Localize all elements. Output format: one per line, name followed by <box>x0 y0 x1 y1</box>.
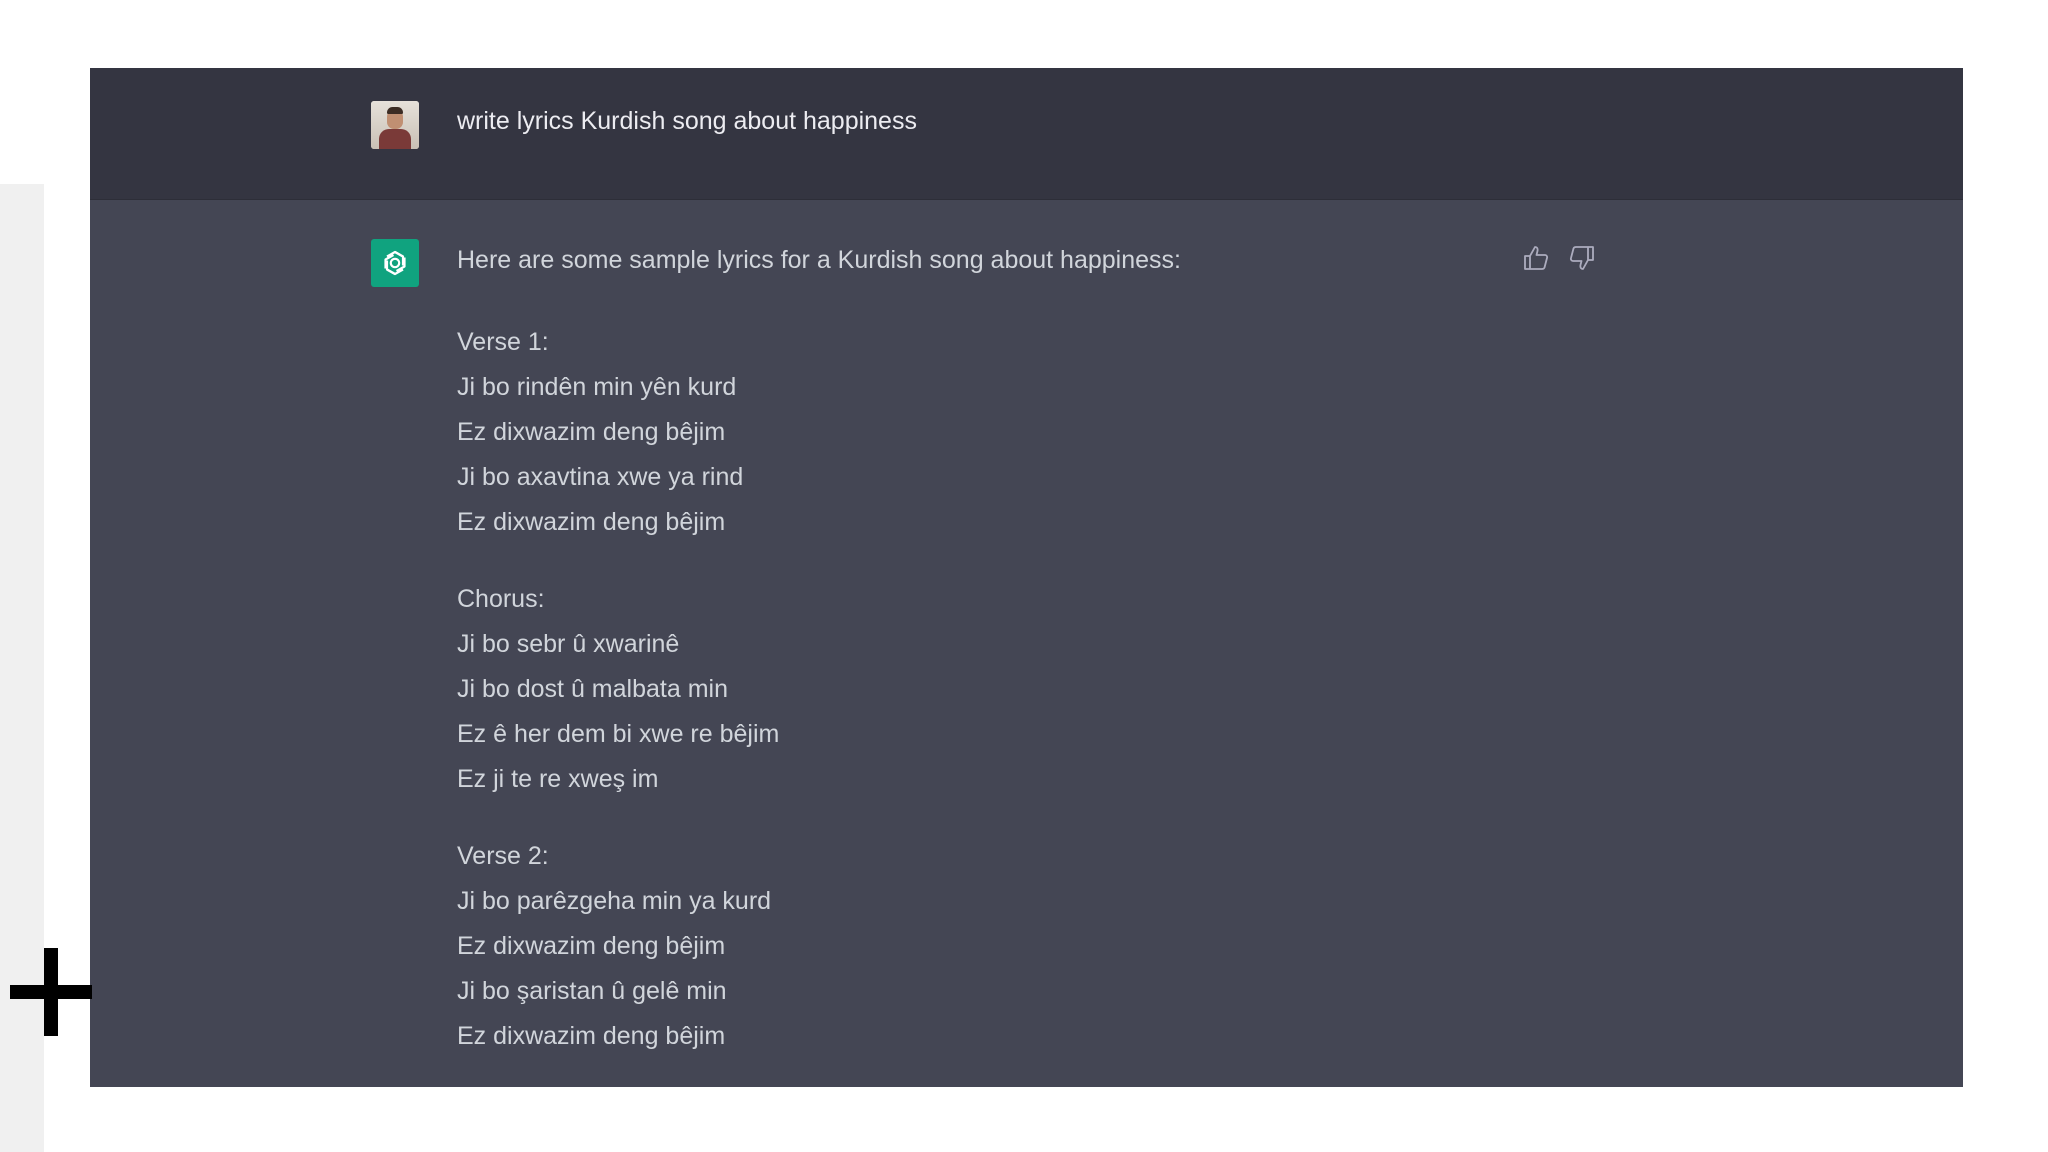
lyric-line: Ji bo rindên min yên kurd <box>457 373 737 401</box>
page: write lyrics Kurdish song about happines… <box>0 0 2048 1152</box>
stanza-label: Chorus: <box>457 585 545 613</box>
lyric-line: Ji bo sebr û xwarinê <box>457 630 680 658</box>
stanza-label: Verse 1: <box>457 328 549 356</box>
openai-logo-icon <box>384 250 406 276</box>
user-avatar-body <box>379 129 411 149</box>
lyric-line: Ez dixwazim deng bêjim <box>457 1022 726 1050</box>
user-avatar <box>371 101 419 149</box>
lyric-line: Ez dixwazim deng bêjim <box>457 932 726 960</box>
assistant-avatar <box>371 239 419 287</box>
verse-2: Verse 2: Ji bo parêzgeha min ya kurd Ez … <box>457 834 1457 1059</box>
lyric-line: Ji bo parêzgeha min ya kurd <box>457 887 772 915</box>
assistant-intro-text: Here are some sample lyrics for a Kurdis… <box>457 246 1181 274</box>
chat-thread: write lyrics Kurdish song about happines… <box>90 68 1963 1087</box>
lyric-line: Ez ji te re xweş im <box>457 765 659 793</box>
lyric-line: Ez dixwazim deng bêjim <box>457 418 726 446</box>
lyrics: Verse 1: Ji bo rindên min yên kurd Ez di… <box>457 320 1457 1087</box>
user-avatar-hair <box>387 107 403 114</box>
user-message-text: write lyrics Kurdish song about happines… <box>457 107 917 135</box>
thumbs-down-icon[interactable] <box>1569 244 1595 272</box>
lyric-line: Ji bo şaristan û gelê min <box>457 977 727 1005</box>
lyric-line: Ez ê her dem bi xwe re bêjim <box>457 720 780 748</box>
plus-icon-vertical-bar <box>44 948 58 1036</box>
lyric-line: Ji bo axavtina xwe ya rind <box>457 463 744 491</box>
verse-1: Verse 1: Ji bo rindên min yên kurd Ez di… <box>457 320 1457 545</box>
user-message-row: write lyrics Kurdish song about happines… <box>90 68 1963 200</box>
lyric-line: Ji bo dost û malbata min <box>457 675 728 703</box>
plus-icon <box>10 948 92 1036</box>
thumbs-up-icon[interactable] <box>1523 244 1549 272</box>
chorus: Chorus: Ji bo sebr û xwarinê Ji bo dost … <box>457 577 1457 802</box>
lyric-line: Ez dixwazim deng bêjim <box>457 508 726 536</box>
stanza-label: Verse 2: <box>457 842 549 870</box>
